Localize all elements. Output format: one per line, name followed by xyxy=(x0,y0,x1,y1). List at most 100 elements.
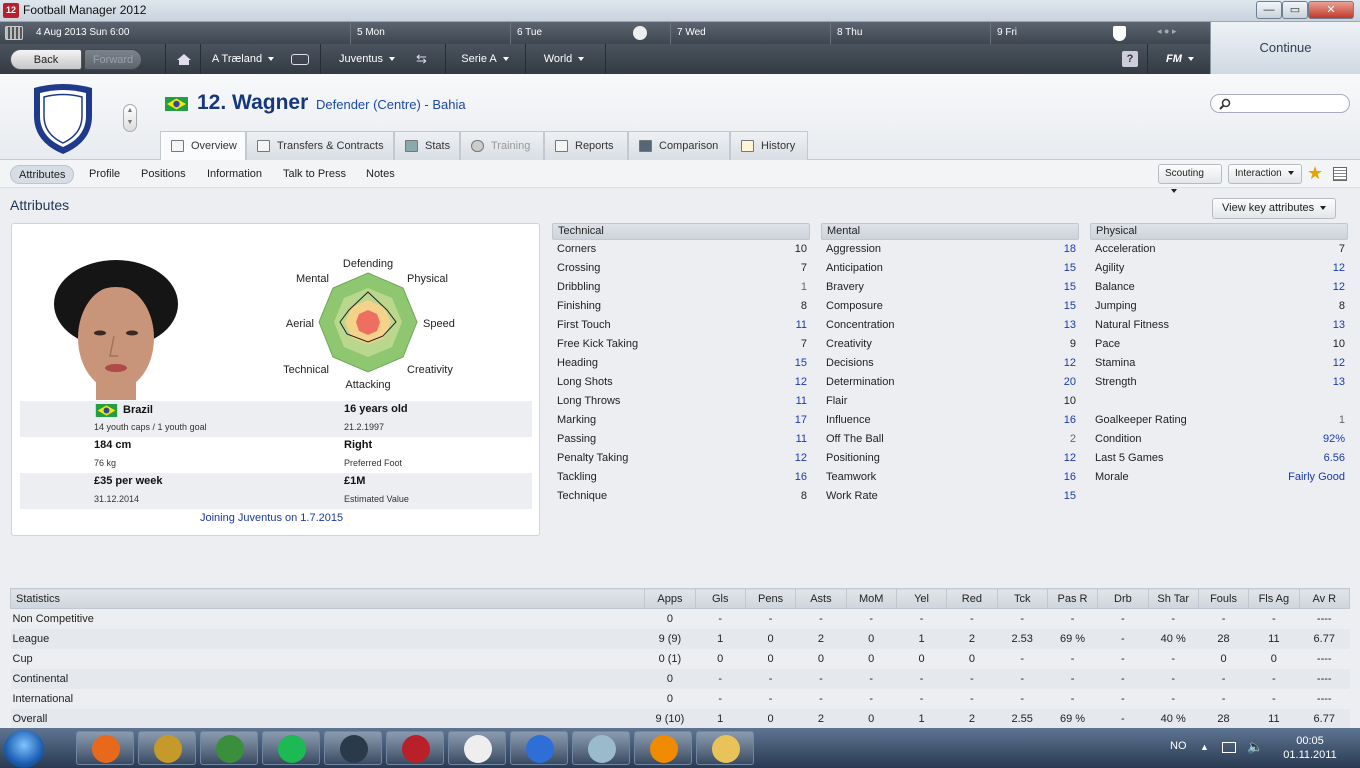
nav-manager-menu[interactable]: A Træland xyxy=(202,49,284,70)
column-header[interactable]: Av R xyxy=(1298,588,1351,609)
attribute-row[interactable]: Crossing 7 xyxy=(552,259,810,278)
taskbar-app[interactable] xyxy=(448,731,506,765)
shortlist-star-icon[interactable]: ★ xyxy=(1307,163,1323,184)
interaction-button[interactable]: Interaction xyxy=(1228,164,1302,184)
column-header[interactable]: Fouls xyxy=(1197,588,1250,609)
tab-stats[interactable]: Stats xyxy=(394,131,460,160)
table-row[interactable]: Overall 9 (10) 1 0 2 0 1 2 2.55 69 % -40 % 28 11 6.77 xyxy=(10,708,1350,729)
tab-training[interactable]: Training xyxy=(460,131,544,160)
attribute-row[interactable]: Anticipation 15 xyxy=(821,259,1079,278)
attribute-row[interactable]: Bravery 15 xyxy=(821,278,1079,297)
attribute-row[interactable]: Determination 20 xyxy=(821,373,1079,392)
column-header[interactable]: Yel xyxy=(895,588,948,609)
table-row[interactable]: League 9 (9) 1 0 2 0 1 2 2.53 69 % -40 % 28 11 6.77 xyxy=(10,628,1350,649)
attribute-row[interactable]: Natural Fitness 13 xyxy=(1090,316,1348,335)
tab-comparison[interactable]: Comparison xyxy=(628,131,730,160)
attribute-row[interactable]: Influence 16 xyxy=(821,411,1079,430)
attribute-row[interactable]: Flair 10 xyxy=(821,392,1079,411)
attribute-row[interactable]: First Touch 11 xyxy=(552,316,810,335)
taskbar-app[interactable] xyxy=(76,731,134,765)
tab-overview[interactable]: Overview xyxy=(160,131,246,161)
column-header[interactable]: Fls Ag xyxy=(1248,588,1300,609)
joining-club-link[interactable]: Joining Juventus on 1.7.2015 xyxy=(200,512,343,524)
attribute-row[interactable]: Concentration 13 xyxy=(821,316,1079,335)
attribute-row[interactable]: Stamina 12 xyxy=(1090,354,1348,373)
inbox-icon[interactable] xyxy=(291,54,309,65)
taskbar-app[interactable] xyxy=(634,731,692,765)
attribute-row[interactable]: Last 5 Games 6.56 xyxy=(1090,449,1348,468)
column-header[interactable]: Apps xyxy=(644,588,696,609)
calendar-day[interactable]: 9 Fri xyxy=(990,22,1150,44)
taskbar-app[interactable] xyxy=(324,731,382,765)
column-header[interactable]: Tck xyxy=(996,588,1048,609)
column-header[interactable]: Sh Tar xyxy=(1147,588,1199,609)
subnav-positions[interactable]: Positions xyxy=(133,165,194,184)
attribute-row[interactable]: Work Rate 15 xyxy=(821,487,1079,506)
taskbar-app[interactable] xyxy=(696,731,754,765)
table-row[interactable]: Cup 0 (1) 0 0 0 0 0 0- - - -0 0 ---- xyxy=(11,649,1350,669)
column-header[interactable]: Statistics xyxy=(9,588,646,609)
table-row[interactable]: Non Competitive 0- - - - - - - - - - - - ---- xyxy=(11,609,1350,629)
column-header[interactable]: Gls xyxy=(694,588,746,609)
attribute-row[interactable]: Condition 92% xyxy=(1090,430,1348,449)
attribute-row[interactable]: Balance 12 xyxy=(1090,278,1348,297)
attribute-row[interactable]: Creativity 9 xyxy=(821,335,1079,354)
attribute-row[interactable]: Acceleration 7 xyxy=(1090,240,1348,259)
taskbar-app[interactable] xyxy=(200,731,258,765)
system-clock[interactable]: 00:05 01.11.2011 xyxy=(1280,734,1340,762)
taskbar-app[interactable] xyxy=(262,731,320,765)
subnav-notes[interactable]: Notes xyxy=(358,165,403,184)
column-header[interactable]: Red xyxy=(946,588,998,609)
subnav-information[interactable]: Information xyxy=(199,165,270,184)
attribute-row[interactable]: Pace 10 xyxy=(1090,335,1348,354)
nav-world-menu[interactable]: World xyxy=(534,49,594,70)
attribute-row[interactable]: Dribbling 1 xyxy=(552,278,810,297)
attribute-row[interactable]: Goalkeeper Rating 1 xyxy=(1090,411,1348,430)
subnav-talk-to-press[interactable]: Talk to Press xyxy=(275,165,354,184)
volume-icon[interactable]: 🔈 xyxy=(1247,739,1263,755)
calendar-day[interactable]: 7 Wed xyxy=(670,22,830,44)
column-header[interactable]: Pens xyxy=(744,588,797,609)
taskbar-app[interactable] xyxy=(386,731,444,765)
attribute-row[interactable]: Technique 8 xyxy=(552,487,810,506)
attribute-row[interactable]: Penalty Taking 12 xyxy=(552,449,810,468)
attribute-row[interactable]: Teamwork 16 xyxy=(821,468,1079,487)
table-row[interactable]: Continental 0- - - - - - - - - - - - ---- xyxy=(10,668,1350,689)
forward-button[interactable]: Forward xyxy=(84,49,142,70)
back-button[interactable]: Back xyxy=(10,49,82,70)
tab-reports[interactable]: Reports xyxy=(544,131,628,160)
tray-arrow-icon[interactable]: ▲ xyxy=(1200,742,1209,752)
attribute-row[interactable]: Heading 15 xyxy=(552,354,810,373)
attribute-row[interactable]: Agility 12 xyxy=(1090,259,1348,278)
close-button[interactable]: ✕ xyxy=(1308,1,1354,19)
maximize-button[interactable]: ▭ xyxy=(1282,1,1308,19)
column-header[interactable]: Pas R xyxy=(1046,588,1099,609)
attribute-row[interactable]: Jumping 8 xyxy=(1090,297,1348,316)
attribute-row[interactable]: Long Throws 11 xyxy=(552,392,810,411)
attribute-row[interactable]: Aggression 18 xyxy=(821,240,1079,259)
taskbar-app[interactable] xyxy=(510,731,568,765)
taskbar-app[interactable] xyxy=(572,731,630,765)
attribute-row[interactable]: Long Shots 12 xyxy=(552,373,810,392)
attribute-row[interactable]: Composure 15 xyxy=(821,297,1079,316)
start-button[interactable] xyxy=(4,730,44,768)
attribute-row[interactable]: Corners 10 xyxy=(552,240,810,259)
attribute-row[interactable]: Passing 11 xyxy=(552,430,810,449)
language-indicator[interactable]: NO xyxy=(1170,740,1187,752)
subnav-attributes[interactable]: Attributes xyxy=(10,165,75,184)
network-icon[interactable] xyxy=(1222,742,1236,753)
attribute-row[interactable]: Decisions 12 xyxy=(821,354,1079,373)
nav-club-menu[interactable]: Juventus xyxy=(330,49,404,70)
calendar-day[interactable]: 8 Thu xyxy=(830,22,990,44)
calendar-day[interactable]: 5 Mon xyxy=(350,22,510,44)
tab-history[interactable]: History xyxy=(730,131,808,160)
attribute-row[interactable]: Morale Fairly Good xyxy=(1090,468,1348,487)
attribute-row[interactable]: Free Kick Taking 7 xyxy=(552,335,810,354)
column-header[interactable]: Drb xyxy=(1097,588,1149,609)
attribute-row[interactable]: Marking 17 xyxy=(552,411,810,430)
column-header[interactable]: MoM xyxy=(845,588,897,609)
attribute-row[interactable]: Off The Ball 2 xyxy=(821,430,1079,449)
column-header[interactable]: Asts xyxy=(795,588,847,609)
calendar-scroll-icon[interactable]: ◂ ● ▸ xyxy=(1157,26,1176,37)
help-button[interactable]: ? xyxy=(1122,51,1138,67)
